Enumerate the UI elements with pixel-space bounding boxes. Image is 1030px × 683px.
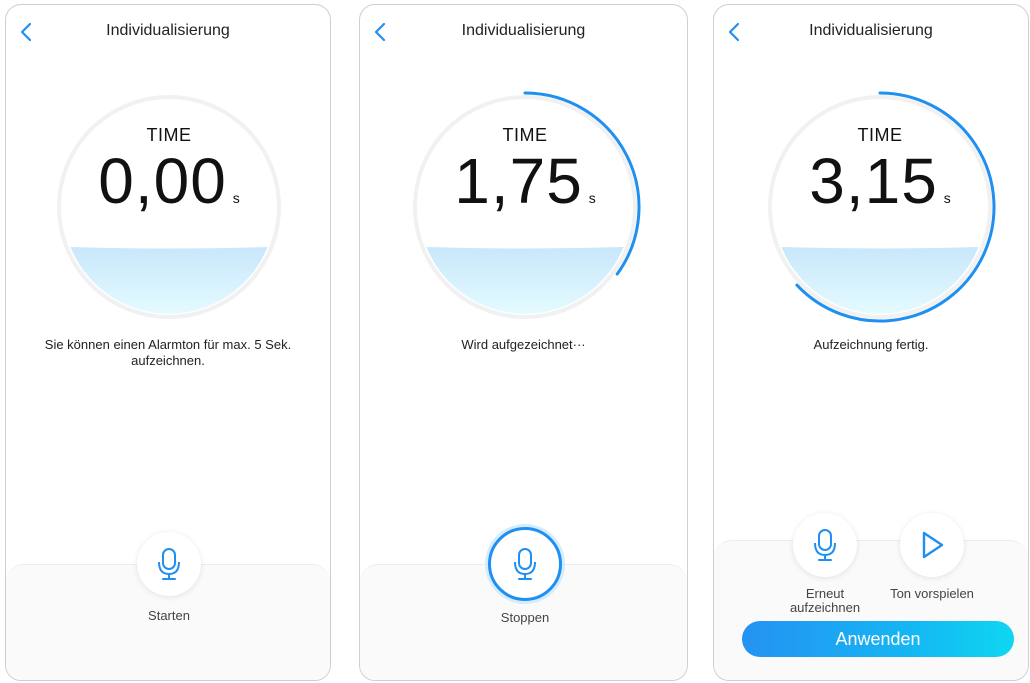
status-text: Sie können einen Alarmton für max. 5 Sek… (44, 337, 292, 368)
timer-dial: TIME 1,75 s (405, 87, 645, 327)
header: Individualisierung (714, 5, 1028, 57)
microphone-icon (514, 548, 536, 580)
time-unit: s (943, 190, 951, 206)
time-unit: s (588, 190, 596, 206)
time-unit: s (232, 190, 240, 206)
status-text: Wird aufgezeichnet··· (461, 337, 586, 352)
wave-fill (70, 247, 268, 314)
page-title: Individualisierung (809, 22, 933, 39)
play-sound-button[interactable] (900, 513, 964, 577)
status-text: Aufzeichnung fertig. (813, 337, 929, 352)
time-display: 1,75 s (405, 145, 645, 234)
time-value: 1,75 (454, 145, 583, 217)
screen-record-done: Individualisierung TIME 3,15 s Aufzeichnu… (713, 4, 1029, 681)
time-display: 3,15 s (760, 145, 1000, 234)
stop-record-button[interactable] (488, 527, 562, 601)
play-sound-label: Ton vorspielen (890, 586, 974, 601)
wave-fill (426, 247, 624, 314)
time-label: TIME (146, 125, 192, 145)
apply-button[interactable]: Anwenden (742, 621, 1014, 657)
re-record-button[interactable] (793, 513, 857, 577)
start-record-button[interactable] (137, 532, 201, 596)
re-record-label: Erneut aufzeichnen (789, 586, 861, 615)
header: Individualisierung (6, 5, 330, 57)
play-icon (922, 531, 944, 559)
page-title: Individualisierung (461, 22, 586, 39)
microphone-icon (814, 529, 836, 561)
header: Individualisierung (360, 5, 687, 57)
timer-dial: TIME 3,15 s (760, 87, 1000, 327)
wave-fill (781, 247, 979, 314)
screen-record-idle: Individualisierung TIME 0,00 s Sie können… (5, 4, 331, 681)
timer-dial: TIME 0,00 s (49, 87, 289, 327)
time-label: TIME (502, 125, 548, 145)
time-value: 3,15 (809, 145, 938, 217)
page-title: Individualisierung (106, 22, 230, 39)
time-label: TIME (857, 125, 903, 145)
time-display: 0,00 s (49, 145, 289, 234)
time-value: 0,00 (98, 145, 227, 217)
start-label: Starten (148, 608, 190, 623)
screen-record-active: Individualisierung TIME 1,75 s Wird aufge… (359, 4, 688, 681)
microphone-icon (158, 548, 180, 580)
stop-label: Stoppen (500, 610, 550, 625)
